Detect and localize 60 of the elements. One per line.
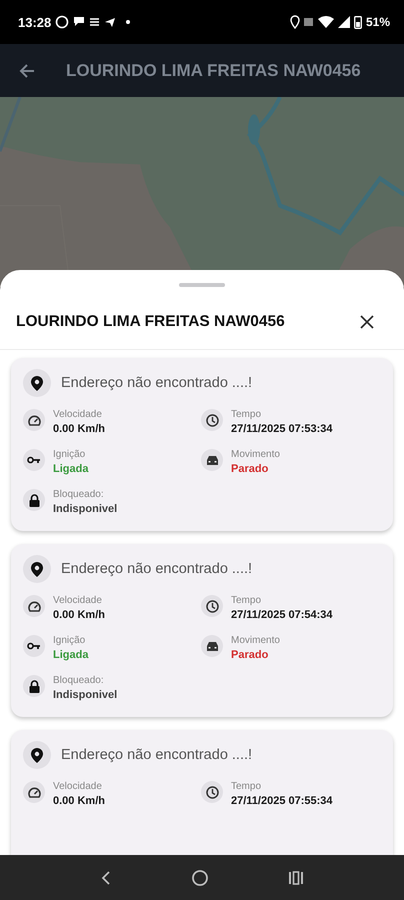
location-pin-icon	[23, 369, 51, 397]
field-label: Velocidade	[53, 781, 103, 792]
back-arrow-icon[interactable]	[18, 62, 36, 80]
field-value: 27/11/2025 07:53:34	[231, 423, 333, 435]
battery-icon	[354, 16, 362, 28]
location-icon	[290, 15, 300, 29]
clock-icon	[201, 595, 223, 617]
address-text: Endereço não encontrado ....!	[61, 375, 252, 391]
sheet-title: LOURINDO LIMA FREITAS NAW0456	[16, 313, 285, 331]
field-value: 27/11/2025 07:55:34	[231, 795, 333, 807]
field-label: Tempo	[231, 595, 262, 606]
speedometer-icon	[23, 781, 45, 803]
recents-icon[interactable]	[288, 870, 304, 886]
drag-handle[interactable]	[179, 283, 225, 287]
field-label: Ignição	[53, 635, 86, 646]
car-icon	[201, 635, 223, 657]
wifi-icon	[318, 16, 334, 28]
message-icon	[73, 16, 86, 28]
clock-icon	[201, 781, 223, 803]
close-icon[interactable]	[360, 315, 374, 329]
field-value: Indisponivel	[53, 689, 118, 701]
field-label: Movimento	[231, 635, 280, 646]
field-label: Bloqueado:	[53, 675, 105, 686]
field-value: 0.00 Km/h	[53, 795, 105, 807]
field-label: Velocidade	[53, 595, 103, 606]
car-icon	[201, 449, 223, 471]
field-value: 0.00 Km/h	[53, 423, 105, 435]
lock-icon	[23, 489, 45, 511]
field-value: Indisponivel	[53, 503, 118, 515]
field-label: Ignição	[53, 449, 86, 460]
status-time: 13:28	[18, 14, 52, 30]
field-value: Ligada	[53, 649, 88, 661]
signal-icon	[338, 16, 350, 28]
field-label: Movimento	[231, 449, 280, 460]
speedometer-icon	[23, 409, 45, 431]
field-value: Parado	[231, 649, 270, 661]
back-icon[interactable]	[100, 870, 112, 886]
app-bar-title: LOURINDO LIMA FREITAS NAW0456	[66, 60, 361, 80]
location-pin-icon	[23, 555, 51, 583]
dot-icon	[126, 20, 130, 24]
battery-level: 51%	[366, 15, 390, 29]
home-icon[interactable]	[190, 868, 209, 886]
field-label: Tempo	[231, 781, 262, 792]
speedometer-icon	[23, 595, 45, 617]
send-icon	[104, 16, 116, 28]
key-icon	[23, 635, 45, 657]
list-icon	[89, 16, 100, 28]
lock-icon	[23, 675, 45, 697]
address-text: Endereço não encontrado ....!	[61, 747, 252, 763]
field-label: Tempo	[231, 409, 262, 420]
field-value: 27/11/2025 07:54:34	[231, 609, 333, 621]
field-label: Bloqueado:	[53, 489, 105, 500]
key-icon	[23, 449, 45, 471]
field-value: 0.00 Km/h	[53, 609, 105, 621]
clock-icon	[201, 409, 223, 431]
field-label: Velocidade	[53, 409, 103, 420]
address-text: Endereço não encontrado ....!	[61, 561, 252, 577]
field-value: Ligada	[53, 463, 88, 475]
location-pin-icon	[23, 741, 51, 769]
field-value: Parado	[231, 463, 270, 475]
